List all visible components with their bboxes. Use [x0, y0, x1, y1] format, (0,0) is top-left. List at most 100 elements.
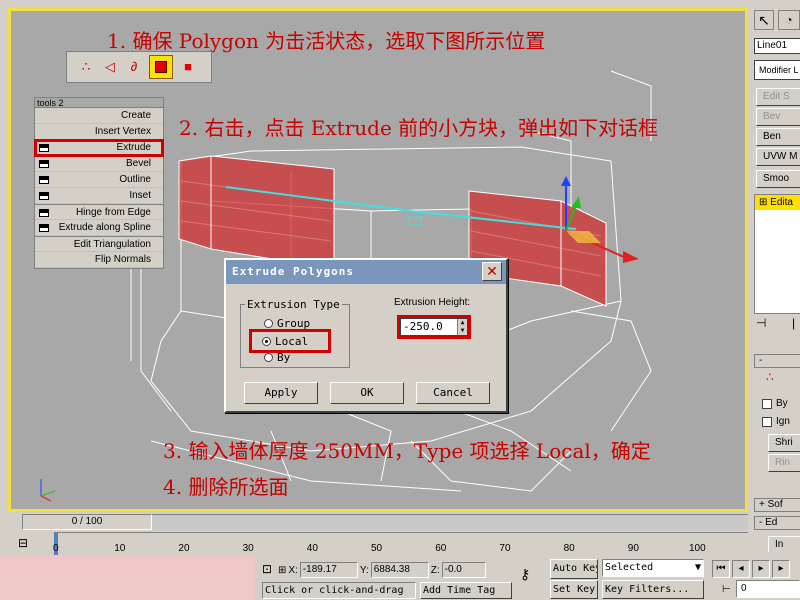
border-icon[interactable]: ∂ — [125, 58, 143, 76]
menu-item-inset[interactable]: Inset — [35, 188, 163, 204]
radio-dot[interactable] — [262, 336, 271, 346]
mini-curve-icon[interactable]: ⊟ — [18, 536, 28, 550]
time-slider[interactable]: 0 / 100 — [22, 514, 152, 530]
settings-box-icon[interactable] — [39, 176, 49, 184]
z-coordinate-field[interactable]: -0.0 — [441, 562, 486, 578]
smooth-button[interactable]: Smoo — [756, 170, 800, 188]
expand-icon[interactable]: ⊞ — [759, 197, 770, 208]
extrusion-type-legend: Extrusion Type — [247, 298, 340, 311]
pin-stack-icon[interactable]: ⊣ — [756, 316, 766, 330]
rollout-edit[interactable]: - Ed — [754, 516, 800, 530]
extrusion-height-label: Extrusion Height: — [394, 297, 471, 308]
menu-item-bevel[interactable]: Bevel — [35, 156, 163, 172]
dialog-title: Extrude Polygons — [226, 260, 506, 284]
bevel-button[interactable]: Bev — [756, 108, 800, 126]
tick-label: 60 — [435, 543, 447, 554]
menu-item-insert-vertex[interactable]: Insert Vertex — [35, 124, 163, 140]
element-icon[interactable]: ■ — [179, 58, 197, 76]
vertex-icon[interactable]: ∴ — [766, 370, 774, 384]
lock-selection-icon[interactable]: ⊡ — [262, 562, 272, 576]
menu-item-extrude-along-spline[interactable]: Extrude along Spline — [35, 220, 163, 236]
settings-box-icon[interactable] — [39, 224, 49, 232]
bend-button[interactable]: Ben — [756, 128, 800, 146]
rollout-selection[interactable]: - — [754, 354, 800, 368]
maxscript-listener[interactable] — [0, 556, 255, 600]
checkbox-box[interactable] — [762, 398, 772, 409]
extrusion-height-value: -250.0 — [403, 320, 443, 333]
y-coordinate-field[interactable]: 6884.38 — [370, 562, 429, 578]
menu-item-create[interactable]: Create — [35, 108, 163, 124]
menu-item-flip-normals[interactable]: Flip Normals — [35, 252, 163, 268]
next-frame-icon[interactable]: ▸ — [772, 560, 790, 578]
uvw-map-button[interactable]: UVW M — [756, 148, 800, 166]
radio-dot[interactable] — [264, 319, 273, 328]
apply-button[interactable]: Apply — [244, 382, 318, 404]
modify-tab-icon[interactable]: ◔ — [778, 10, 800, 30]
ok-button[interactable]: OK — [330, 382, 404, 404]
object-name-field[interactable]: Line01 — [754, 38, 800, 54]
extrude-polygons-dialog: Extrude Polygons ✕ Extrusion Type Group … — [224, 258, 508, 413]
track-bar[interactable] — [54, 532, 748, 556]
cancel-button[interactable]: Cancel — [416, 382, 490, 404]
modifier-list-dropdown[interactable]: Modifier L — [754, 60, 800, 80]
gizmo-y-arrow[interactable] — [571, 196, 581, 208]
insert-button[interactable]: In — [768, 536, 800, 552]
edge-icon[interactable]: ◁ — [101, 58, 119, 76]
show-result-icon[interactable]: | — [792, 316, 795, 330]
absolute-mode-icon[interactable]: ⊞ — [278, 565, 286, 576]
polygon-icon[interactable] — [149, 55, 173, 79]
goto-start-icon[interactable]: ⏮ — [712, 560, 730, 578]
prev-frame-icon[interactable]: ◂ — [732, 560, 750, 578]
settings-box-icon[interactable] — [39, 192, 49, 200]
checkbox-box[interactable] — [762, 416, 772, 427]
ring-button[interactable]: Rin — [768, 454, 800, 472]
settings-box-icon[interactable] — [39, 144, 49, 152]
key-mode-icon[interactable]: ⊢ — [722, 584, 731, 595]
prompt-line: Click or click-and-drag — [262, 582, 416, 599]
ignore-backfacing-checkbox[interactable]: Ign — [762, 416, 790, 427]
tick-label: 90 — [627, 543, 639, 554]
quad-menu-title: tools 2 — [35, 98, 163, 108]
chevron-down-icon[interactable]: ▼ — [695, 560, 701, 576]
vertex-icon[interactable]: ∴ — [77, 58, 95, 76]
menu-item-extrude[interactable]: Extrude — [34, 139, 164, 157]
key-filters-button[interactable]: Key Filters... — [602, 580, 704, 599]
tick-label: 0 — [53, 543, 59, 554]
modifier-stack: ⊞ Edita — [754, 194, 800, 314]
current-frame-field[interactable]: 0 — [736, 580, 800, 598]
x-coordinate-field[interactable]: -189.17 — [299, 562, 358, 578]
tick-label: 10 — [114, 543, 126, 554]
auto-key-button[interactable]: Auto Key — [550, 559, 598, 579]
set-key-button[interactable]: Set Key — [550, 580, 598, 599]
stack-item-editable-poly[interactable]: ⊞ Edita — [755, 195, 800, 210]
radio-by[interactable]: By — [264, 351, 290, 364]
menu-item-edit-triangulation[interactable]: Edit Triangulation — [35, 236, 163, 252]
tick-label: 80 — [563, 543, 575, 554]
menu-item-outline[interactable]: Outline — [35, 172, 163, 188]
time-slider-track[interactable] — [152, 514, 748, 530]
radio-dot[interactable] — [264, 353, 273, 362]
settings-box-icon[interactable] — [39, 160, 49, 168]
close-button[interactable]: ✕ — [482, 262, 502, 281]
coordinate-display: ⊞ X: -189.17 Y: 6884.38 Z: -0.0 — [278, 561, 518, 579]
tick-label: 70 — [499, 543, 511, 554]
key-icon[interactable]: ⚷ — [520, 566, 530, 583]
rollout-soft-selection[interactable]: + Sof — [754, 498, 800, 512]
settings-box-icon[interactable] — [39, 209, 49, 217]
menu-item-hinge-from-edge[interactable]: Hinge from Edge — [35, 204, 163, 220]
radio-group[interactable]: Group — [264, 317, 310, 330]
tick-label: 40 — [306, 543, 318, 554]
gizmo-x-arrow[interactable] — [623, 251, 639, 263]
edit-spline-button[interactable]: Edit S — [756, 88, 800, 106]
by-vertex-checkbox[interactable]: By — [762, 398, 788, 409]
add-time-tag-button[interactable]: Add Time Tag — [420, 582, 512, 599]
spinner-arrows-icon[interactable]: ▲ ▼ — [457, 319, 467, 335]
play-icon[interactable]: ▸ — [752, 560, 770, 578]
shrink-button[interactable]: Shri — [768, 434, 800, 452]
gizmo-z-arrow[interactable] — [561, 176, 571, 186]
command-panel: ↖ ◔ Line01 Modifier L Edit S Bev Ben UVW… — [752, 8, 800, 552]
key-mode-dropdown[interactable]: Selected ▼ — [602, 559, 704, 577]
radio-local[interactable]: Local — [249, 329, 331, 353]
cursor-icon[interactable]: ↖ — [754, 10, 774, 30]
extrusion-height-spinner[interactable]: -250.0 ▲ ▼ — [397, 315, 471, 339]
